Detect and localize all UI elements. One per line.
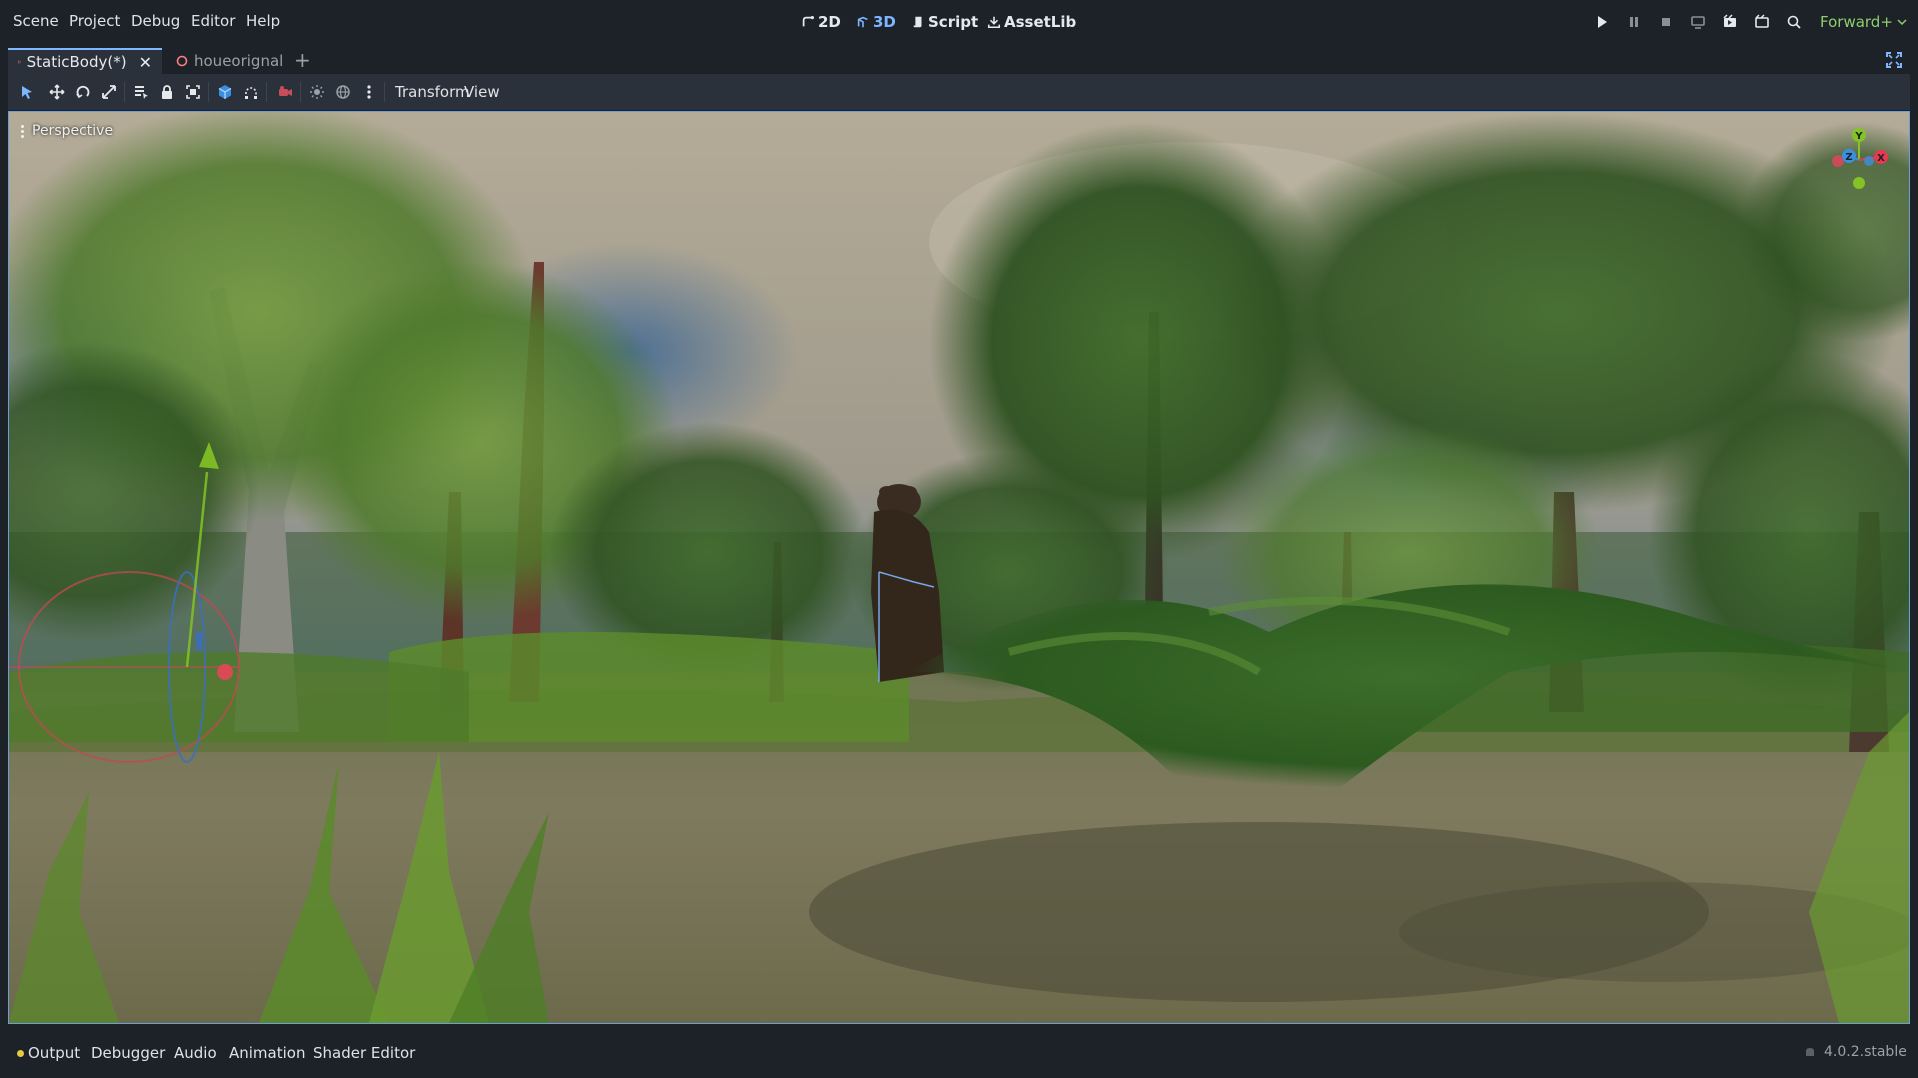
- view-orientation-gizmo[interactable]: Y X Z: [1819, 120, 1899, 200]
- 3d-viewport[interactable]: Perspective Y X Z: [8, 111, 1910, 1024]
- play-scene-button[interactable]: [1721, 13, 1739, 31]
- debugger-tab[interactable]: Debugger: [91, 1044, 165, 1062]
- menu-scene[interactable]: Scene: [13, 12, 59, 30]
- version-label: 4.0.2.stable: [1824, 1044, 1907, 1060]
- scene-icon: [18, 60, 21, 64]
- play-custom-scene-icon: [1755, 14, 1769, 28]
- godot-icon: [1806, 1048, 1814, 1056]
- workspace-script-button[interactable]: Script: [911, 13, 978, 31]
- pause-icon: [1630, 17, 1638, 27]
- remote-debug-icon: [1691, 16, 1705, 29]
- more-icon: [21, 124, 24, 138]
- forest-scene-render: [9, 112, 1909, 1023]
- scene-tab-staticbody[interactable]: StaticBody(*) ✕: [8, 48, 162, 74]
- select-tool-button[interactable]: [18, 83, 36, 101]
- workspace-3d-button[interactable]: 3D: [856, 13, 896, 31]
- play-custom-scene-button[interactable]: [1753, 13, 1771, 31]
- gizmo-y-label: Y: [1854, 131, 1863, 142]
- menu-debug[interactable]: Debug: [131, 12, 180, 30]
- bottom-panel-bar: Output Debugger Audio Animation Shader E…: [0, 1034, 1918, 1078]
- scale-tool-button[interactable]: [100, 83, 118, 101]
- animation-tab[interactable]: Animation: [229, 1044, 305, 1062]
- assetlib-icon: [987, 16, 1001, 29]
- remote-debug-button[interactable]: [1689, 13, 1707, 31]
- shader-editor-tab[interactable]: Shader Editor: [313, 1044, 415, 1062]
- version-info[interactable]: 4.0.2.stable: [1804, 1044, 1907, 1060]
- group-icon: [186, 85, 200, 99]
- scene-tab-label: StaticBody(*): [26, 53, 127, 71]
- select-icon: [22, 86, 32, 99]
- move-icon: [49, 84, 65, 100]
- snap-icon: [245, 87, 257, 99]
- local-space-icon: [218, 85, 232, 99]
- play-button[interactable]: [1593, 13, 1611, 31]
- workspace-2d-label: 2D: [818, 13, 841, 31]
- menu-bar: Scene Project Debug Editor Help 2D 3D Sc…: [0, 0, 1918, 44]
- more-options-button[interactable]: [360, 83, 378, 101]
- 2d-icon: [802, 16, 814, 27]
- view-menu[interactable]: View: [464, 83, 500, 101]
- unsaved-circle-icon: [176, 55, 188, 67]
- stop-button[interactable]: [1657, 13, 1675, 31]
- distraction-free-icon[interactable]: [1886, 52, 1902, 68]
- lock-button[interactable]: [158, 83, 176, 101]
- renderer-select[interactable]: Forward+: [1820, 13, 1907, 31]
- scene-tab-label: houeorignal: [194, 52, 284, 70]
- environment-icon: [336, 85, 350, 99]
- perspective-menu[interactable]: Perspective: [21, 123, 113, 139]
- group-button[interactable]: [184, 83, 202, 101]
- sun-preview-button[interactable]: [308, 83, 326, 101]
- environment-preview-button[interactable]: [334, 83, 352, 101]
- sun-icon: [310, 85, 324, 99]
- output-tab[interactable]: Output: [17, 1044, 80, 1062]
- workspace-2d-button[interactable]: 2D: [801, 13, 841, 31]
- viewport-toolbar: Transform View: [8, 74, 1910, 110]
- workspace-script-label: Script: [928, 13, 979, 31]
- more-icon: [367, 85, 371, 99]
- script-icon: [913, 16, 922, 28]
- list-select-icon: [135, 86, 148, 99]
- chevron-down-icon: [1897, 19, 1907, 26]
- camera-override-button[interactable]: [276, 83, 294, 101]
- close-icon[interactable]: ✕: [139, 53, 152, 72]
- stop-icon: [1662, 18, 1670, 26]
- menu-project[interactable]: Project: [69, 12, 120, 30]
- workspace-assetlib-button[interactable]: AssetLib: [987, 13, 1076, 31]
- movie-maker-icon: [1787, 15, 1801, 29]
- camera-override-icon: [279, 86, 292, 96]
- movie-maker-button[interactable]: [1785, 13, 1803, 31]
- menu-help[interactable]: Help: [246, 12, 280, 30]
- gizmo-z-label: Z: [1845, 152, 1852, 163]
- snap-button[interactable]: [242, 83, 260, 101]
- gizmo-x-label: X: [1877, 153, 1885, 164]
- transform-menu[interactable]: Transform: [395, 83, 470, 101]
- output-tab-label: Output: [28, 1044, 81, 1062]
- play-scene-icon: [1723, 14, 1736, 27]
- scene-tab-houeorignal[interactable]: houeorignal: [166, 48, 293, 74]
- workspace-3d-label: 3D: [873, 13, 896, 31]
- play-icon: [1598, 16, 1607, 28]
- rotate-tool-button[interactable]: [74, 83, 92, 101]
- add-tab-icon[interactable]: +: [294, 48, 311, 72]
- rotate-icon: [76, 85, 90, 99]
- output-indicator-icon: [17, 1049, 24, 1057]
- menu-editor[interactable]: Editor: [191, 12, 235, 30]
- renderer-label: Forward+: [1820, 13, 1893, 31]
- move-tool-button[interactable]: [48, 83, 66, 101]
- audio-tab[interactable]: Audio: [174, 1044, 217, 1062]
- workspace-assetlib-label: AssetLib: [1004, 13, 1077, 31]
- perspective-label: Perspective: [32, 123, 114, 139]
- scale-icon: [102, 85, 116, 99]
- 3d-icon: [857, 16, 868, 28]
- scene-tab-bar: StaticBody(*) ✕ houeorignal: [0, 44, 1918, 74]
- pause-button[interactable]: [1625, 13, 1643, 31]
- local-space-button[interactable]: [216, 83, 234, 101]
- lock-icon: [162, 85, 172, 99]
- list-select-button[interactable]: [132, 83, 150, 101]
